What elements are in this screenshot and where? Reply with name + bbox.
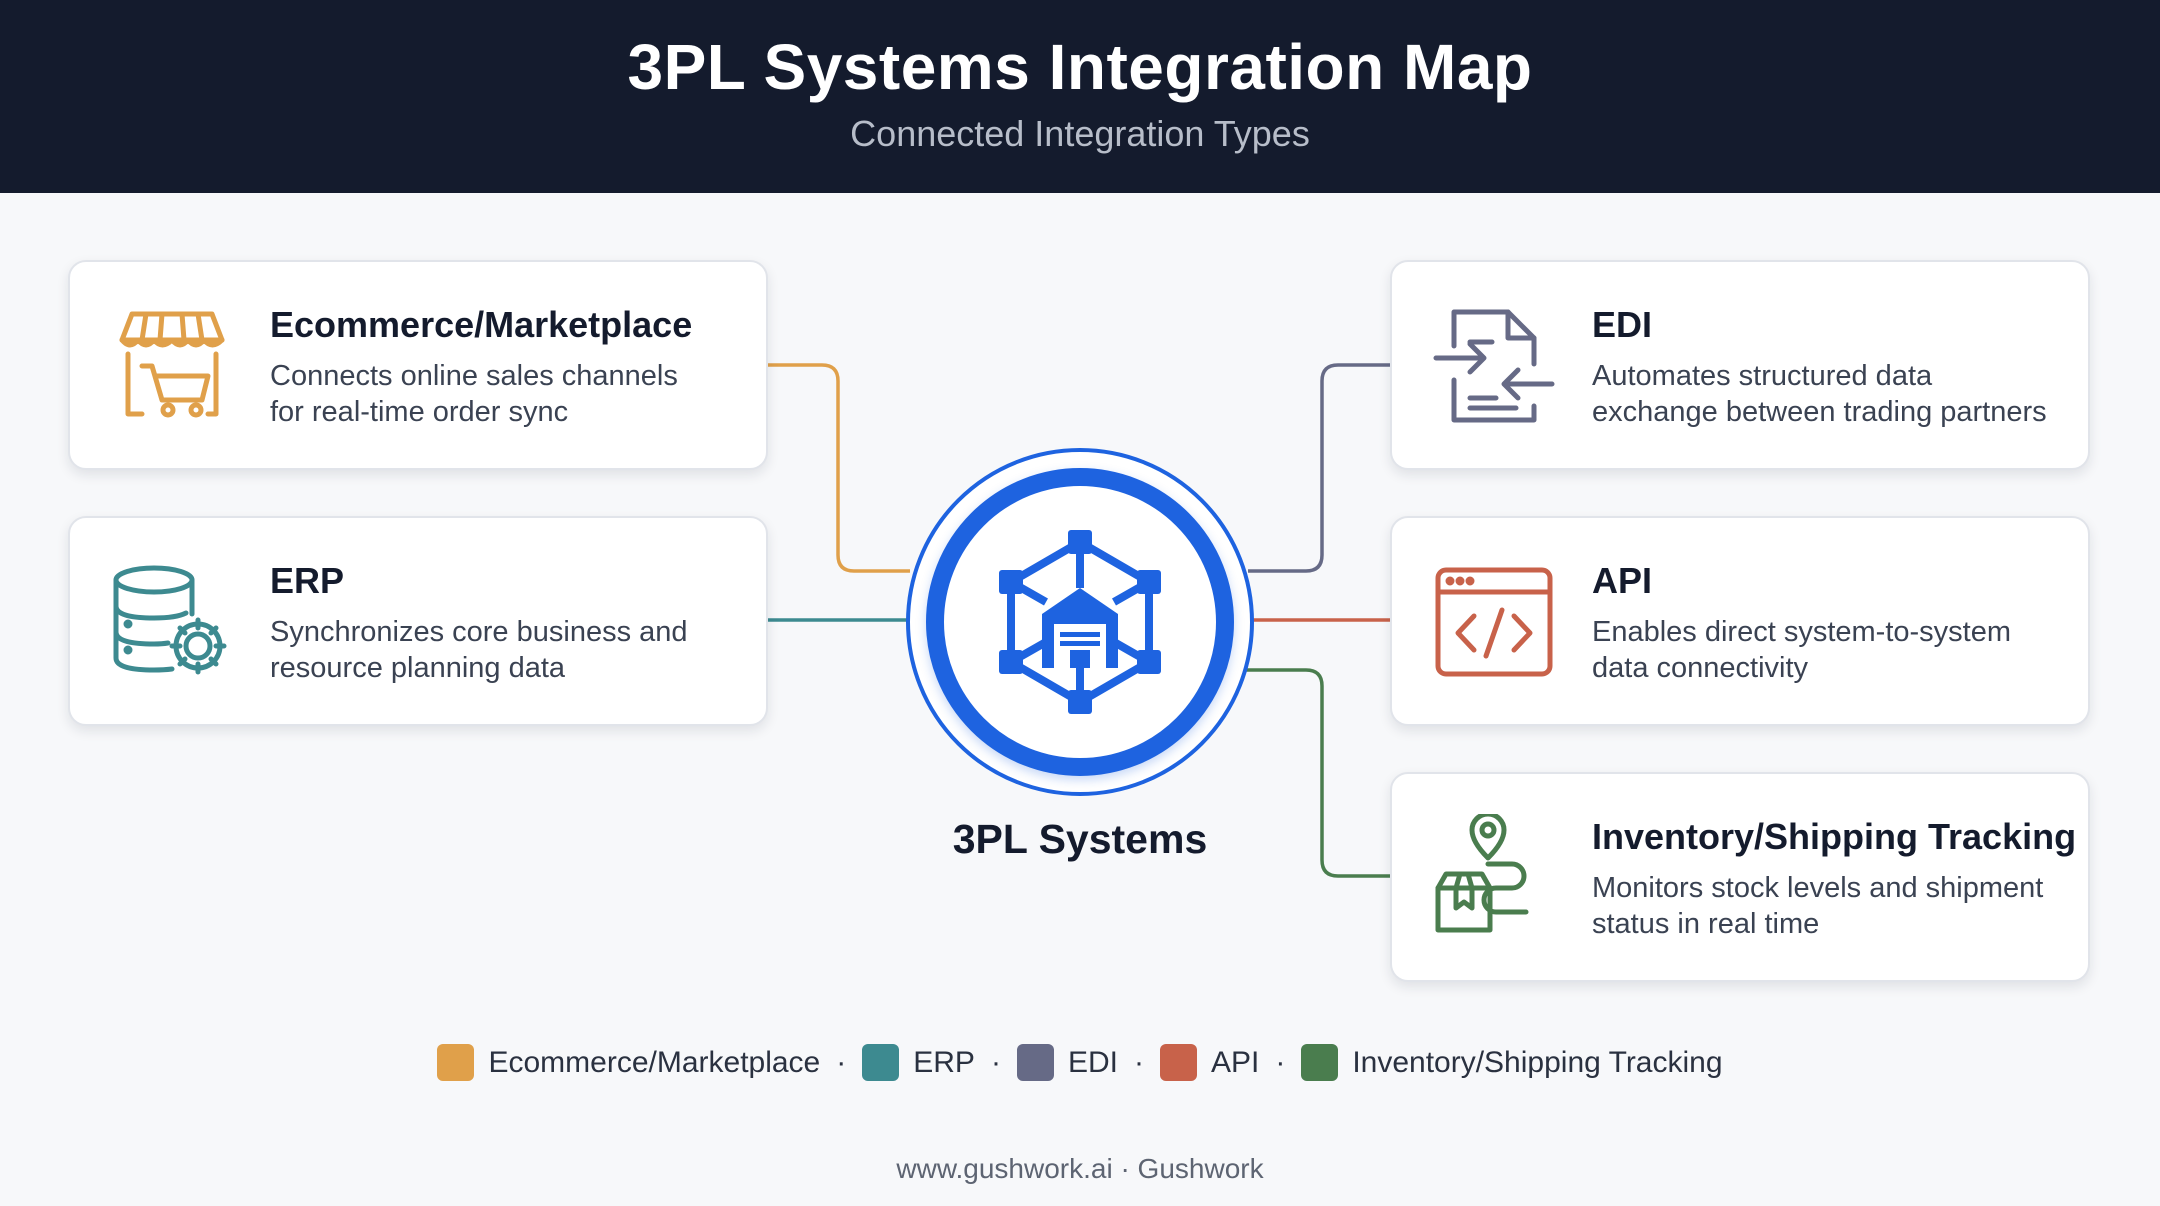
card-description: Automates structured data exchange betwe…: [1592, 358, 2072, 430]
card-description: Synchronizes core business and resource …: [270, 614, 750, 686]
legend-item-ecommerce: Ecommerce/Marketplace: [437, 1044, 820, 1081]
card-description-line: Enables direct system-to-system: [1592, 616, 2012, 648]
card-description-line: resource planning data: [270, 652, 566, 684]
legend-label: Inventory/Shipping Tracking: [1352, 1045, 1723, 1079]
legend-item-edi: EDI: [1016, 1044, 1118, 1081]
storefront-cart-icon: [108, 302, 236, 430]
card-title: EDI: [1592, 304, 1653, 345]
legend-label: EDI: [1067, 1045, 1118, 1079]
legend-label: ERP: [913, 1045, 975, 1079]
legend-item-erp: ERP: [862, 1044, 975, 1081]
package-location-icon: [1430, 814, 1558, 942]
card-title: ERP: [270, 560, 345, 601]
hub-label: 3PL Systems: [952, 816, 1208, 862]
legend-swatch: [862, 1044, 900, 1081]
network-warehouse-icon: [999, 530, 1161, 714]
legend-separator: ·: [1133, 1045, 1144, 1079]
legend-separator: ·: [1275, 1045, 1286, 1079]
legend: Ecommerce/Marketplace · ERP · EDI · API …: [0, 1044, 2160, 1081]
card-description-line: Monitors stock levels and shipment: [1592, 872, 2044, 904]
footer-credit: www.gushwork.ai · Gushwork: [896, 1153, 1264, 1184]
card-description: Monitors stock levels and shipment statu…: [1592, 870, 2072, 942]
card-description-line: exchange between trading partners: [1592, 396, 2047, 428]
card-description-line: status in real time: [1592, 908, 1820, 940]
legend-item-tracking: Inventory/Shipping Tracking: [1301, 1044, 1723, 1081]
hub-inner-ring: [926, 468, 1234, 776]
document-exchange-icon: [1430, 302, 1558, 430]
database-gear-icon: [108, 558, 236, 686]
legend-item-api: API: [1159, 1044, 1260, 1081]
legend-swatch: [1159, 1044, 1197, 1081]
card-tracking: Inventory/Shipping Tracking Monitors sto…: [1390, 772, 2090, 982]
card-title: Ecommerce/Marketplace: [270, 304, 693, 345]
legend-separator: ·: [836, 1045, 847, 1079]
card-edi: EDI Automates structured data exchange b…: [1390, 260, 2090, 470]
card-description-line: Automates structured data: [1592, 360, 1933, 392]
card-api: API Enables direct system-to-system data…: [1390, 516, 2090, 726]
legend-label: Ecommerce/Marketplace: [488, 1045, 821, 1079]
legend-swatch: [1016, 1044, 1054, 1081]
card-description-line: Synchronizes core business and: [270, 616, 688, 648]
legend-separator: ·: [990, 1045, 1001, 1079]
connector-edi: [1248, 363, 1390, 573]
card-description-line: for real-time order sync: [270, 396, 569, 428]
legend-label: API: [1210, 1045, 1260, 1079]
card-description-line: data connectivity: [1592, 652, 1809, 684]
hub-circle: [906, 448, 1254, 796]
connector-ecommerce: [768, 363, 910, 573]
code-window-icon: [1430, 558, 1558, 686]
card-description-line: Connects online sales channels: [270, 360, 678, 392]
card-title: Inventory/Shipping Tracking: [1592, 816, 2077, 857]
legend-swatch: [437, 1044, 475, 1081]
card-description: Enables direct system-to-system data con…: [1592, 614, 2072, 686]
card-ecommerce: Ecommerce/Marketplace Connects online sa…: [68, 260, 768, 470]
card-description: Connects online sales channels for real-…: [270, 358, 750, 430]
legend-swatch: [1301, 1044, 1339, 1081]
card-erp: ERP Synchronizes core business and resou…: [68, 516, 768, 726]
card-title: API: [1592, 560, 1653, 601]
